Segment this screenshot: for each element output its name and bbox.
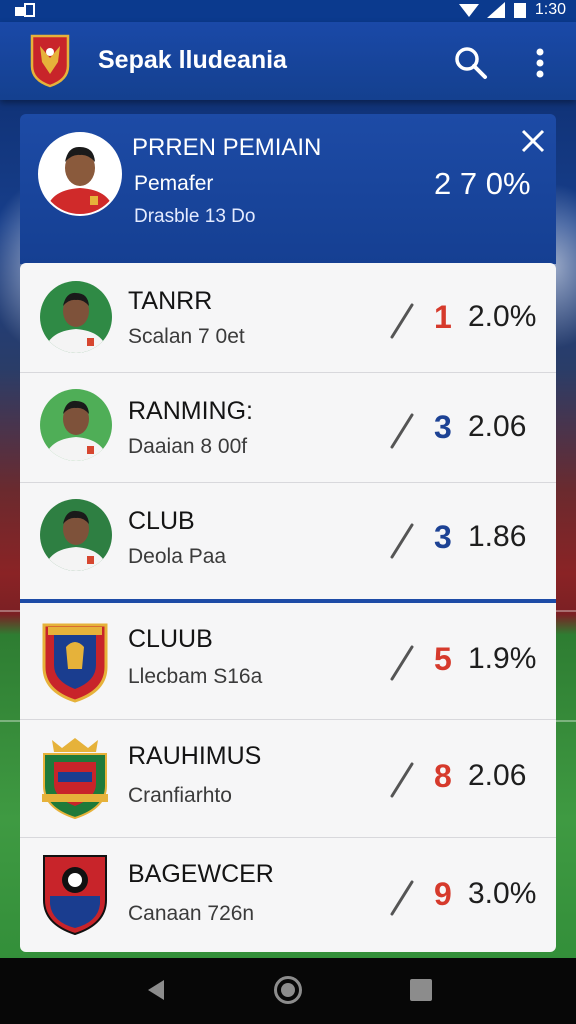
slash-icon	[390, 880, 414, 916]
slash-icon	[390, 645, 414, 681]
featured-subtitle: Pemafer	[134, 172, 214, 195]
list-item[interactable]: CLUB Deola Paa 3 1.86	[20, 483, 556, 603]
system-nav-bar	[0, 958, 576, 1024]
rank-number: 5	[434, 641, 452, 677]
app-bar: Sepak lludeania	[0, 22, 576, 100]
list-item[interactable]: BAGEWCER Canaan 726n 9 3.0%	[20, 838, 556, 952]
player-avatar	[40, 281, 112, 353]
slash-icon	[390, 413, 414, 449]
clock: 1:30	[534, 1, 566, 18]
list-item[interactable]: RAUHIMUS Cranfiarhto 8 2.06	[20, 720, 556, 838]
rank-number: 9	[434, 876, 452, 912]
row-title: CLUUB	[128, 625, 213, 653]
row-title: RANMING:	[128, 397, 253, 425]
garuda-logo-icon	[30, 34, 70, 88]
club-crest-icon	[43, 855, 107, 936]
rank-number: 3	[434, 519, 452, 555]
featured-title: PRREN PEMIAIN	[132, 134, 322, 161]
rank-number: 3	[434, 409, 452, 445]
slash-icon	[390, 762, 414, 798]
slash-icon	[390, 303, 414, 339]
list-item[interactable]: RANMING: Daaian 8 00f 3 2.06	[20, 373, 556, 483]
club-crest-icon	[42, 623, 108, 703]
player-avatar	[40, 389, 112, 461]
list-item[interactable]: CLUUB Llecbam S16a 5 1.9%	[20, 603, 556, 720]
row-subtitle: Llecbam S16a	[128, 665, 263, 688]
row-subtitle: Deola Paa	[128, 545, 227, 568]
app-title: Sepak lludeania	[98, 46, 287, 74]
player-avatar	[40, 499, 112, 571]
battery-icon	[513, 3, 526, 18]
row-value: 2.0%	[468, 300, 537, 333]
recent-apps-icon[interactable]	[410, 979, 432, 1001]
row-value: 2.06	[468, 410, 527, 443]
row-subtitle: Canaan 726n	[128, 902, 255, 925]
row-subtitle: Scalan 7 0et	[128, 325, 245, 348]
featured-stat: 2 7 0%	[434, 166, 531, 201]
player-avatar	[38, 132, 122, 216]
row-value: 2.06	[468, 759, 527, 792]
slash-icon	[390, 523, 414, 559]
row-title: RAUHIMUS	[128, 742, 262, 770]
home-icon[interactable]	[274, 976, 302, 1004]
row-value: 1.86	[468, 520, 527, 553]
more-vert-icon[interactable]	[526, 44, 554, 82]
back-icon[interactable]	[144, 978, 168, 1002]
row-title: CLUB	[128, 507, 195, 535]
close-icon[interactable]	[518, 126, 548, 156]
featured-meta: Drasble 13 Do	[134, 206, 256, 227]
row-subtitle: Daaian 8 00f	[128, 435, 248, 458]
rank-number: 1	[434, 299, 452, 335]
status-bar: 1:30	[0, 0, 576, 22]
club-crest-icon	[42, 738, 108, 820]
row-value: 3.0%	[468, 877, 537, 910]
row-value: 1.9%	[468, 642, 537, 675]
featured-player-card[interactable]: PRREN PEMIAIN Pemafer Drasble 13 Do 2 7 …	[20, 114, 556, 264]
row-title: BAGEWCER	[128, 860, 274, 888]
signal-icon	[486, 2, 505, 18]
wifi-icon	[458, 4, 479, 17]
row-title: TANRR	[128, 287, 213, 315]
list-item[interactable]: TANRR Scalan 7 0et 1 2.0%	[20, 263, 556, 373]
search-icon[interactable]	[452, 44, 490, 82]
rank-number: 8	[434, 758, 452, 794]
row-subtitle: Cranfiarhto	[128, 784, 232, 807]
notification-icon	[14, 2, 36, 23]
